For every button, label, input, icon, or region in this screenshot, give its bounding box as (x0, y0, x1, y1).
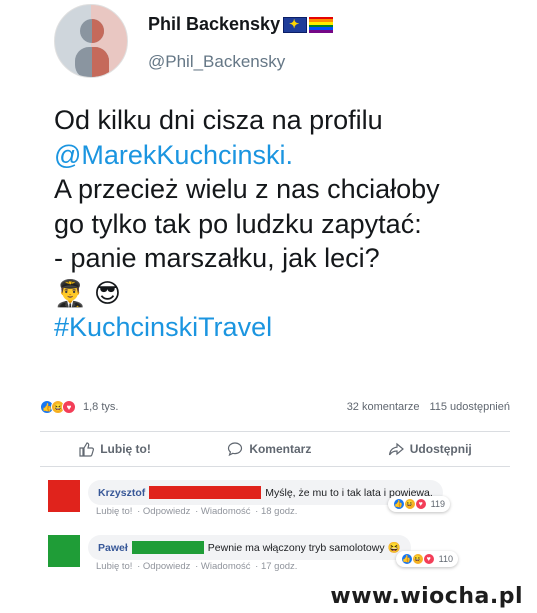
emoji-row: 👨‍✈️ 😎 (54, 276, 504, 310)
comment-reactions[interactable]: 👍 😆 ♥ 110 (395, 551, 458, 567)
eu-flag-icon (283, 16, 308, 33)
avatar-image (75, 19, 109, 77)
reaction-count: 1,8 tys. (83, 401, 119, 413)
rainbow-flag-icon (309, 16, 334, 33)
post-actions: Lubię to! Komentarz Udostępnij (40, 432, 510, 466)
thumbs-up-icon (79, 442, 95, 457)
watermark-text: www.wiocha.pl (330, 584, 523, 609)
comment-bubble: Paweł Pewnie ma włączony tryb samolotowy… (88, 535, 411, 560)
tweet-card: Phil Backensky @Phil_Backensky Od kilku … (40, 0, 510, 385)
share-icon (388, 442, 404, 456)
shares-count[interactable]: 115 udostępnień (429, 401, 510, 413)
like-label: Lubię to! (100, 442, 151, 456)
tweet-text: Od kilku dni cisza na profilu @MarekKuch… (54, 103, 504, 344)
love-reaction-icon: ♥ (422, 553, 435, 565)
comment-icon (228, 442, 243, 457)
commenter-avatar[interactable] (48, 535, 80, 567)
comment-reply-link[interactable]: Odpowiedz (143, 506, 191, 517)
tweet-line: go tylko tak po ludzku zapytać: (54, 208, 422, 239)
pilot-emoji-icon: 👨‍✈️ (54, 278, 87, 309)
comment-like-link[interactable]: Lubię to! (96, 561, 132, 572)
facebook-post-footer: 👍 😆 ♥ 1,8 tys. 32 komentarze 115 udostęp… (40, 395, 510, 467)
redacted-name (131, 541, 204, 554)
love-reaction-icon: ♥ (62, 400, 76, 414)
love-reaction-icon: ♥ (414, 498, 427, 510)
share-button[interactable]: Udostępnij (388, 441, 472, 457)
comment-author[interactable]: Krzysztof (98, 487, 145, 499)
comments-count[interactable]: 32 komentarze (347, 401, 420, 413)
comment-text: Pewnie ma włączony tryb samolotowy 😆 (207, 542, 401, 554)
comment-message-link[interactable]: Wiadomość (201, 506, 251, 517)
like-reaction-icon: 👍 (400, 553, 413, 565)
comment-button[interactable]: Komentarz (227, 441, 311, 457)
comment-time[interactable]: 18 godz. (261, 506, 297, 517)
post-stats: 👍 😆 ♥ 1,8 tys. 32 komentarze 115 udostęp… (40, 395, 510, 419)
share-label: Udostępnij (409, 442, 472, 456)
author-handle[interactable]: @Phil_Backensky (148, 52, 285, 72)
sunglasses-emoji-icon: 😎 (93, 278, 121, 309)
comment-reaction-count: 110 (438, 554, 453, 564)
commenter-avatar[interactable] (48, 480, 80, 512)
comment-like-link[interactable]: Lubię to! (96, 506, 132, 517)
mention-link[interactable]: @MarekKuchcinski. (54, 138, 504, 173)
author-name-text: Phil Backensky (148, 14, 281, 34)
like-button[interactable]: Lubię to! (78, 441, 151, 457)
reaction-icons: 👍 😆 ♥ (40, 400, 76, 414)
tweet-line: - panie marszałku, jak leci? (54, 243, 380, 273)
comment-meta: Lubię to! · Odpowiedz · Wiadomość · 17 g… (96, 561, 298, 572)
comment-reply-link[interactable]: Odpowiedz (143, 561, 191, 572)
tweet-line: Od kilku dni cisza na profilu (54, 105, 383, 135)
divider (40, 466, 510, 467)
like-reaction-icon: 👍 (392, 498, 405, 510)
comment-author[interactable]: Paweł (98, 542, 128, 554)
author-name[interactable]: Phil Backensky (148, 14, 334, 35)
author-avatar[interactable] (54, 4, 128, 78)
comment-message-link[interactable]: Wiadomość (201, 561, 251, 572)
haha-reaction-icon: 😆 (403, 498, 416, 510)
reaction-summary[interactable]: 👍 😆 ♥ 1,8 tys. (40, 400, 118, 414)
tweet-line: A przecież wielu z nas chciałoby (54, 174, 440, 204)
comment-reaction-count: 119 (430, 499, 445, 509)
comment-time[interactable]: 17 godz. (261, 561, 297, 572)
comment-reactions[interactable]: 👍 😆 ♥ 119 (387, 496, 450, 512)
comment-label: Komentarz (249, 442, 312, 456)
comment-meta: Lubię to! · Odpowiedz · Wiadomość · 18 g… (96, 506, 298, 517)
hashtag-link[interactable]: #KuchcinskiTravel (54, 310, 504, 345)
redacted-name (149, 486, 262, 499)
haha-reaction-icon: 😆 (411, 553, 424, 565)
